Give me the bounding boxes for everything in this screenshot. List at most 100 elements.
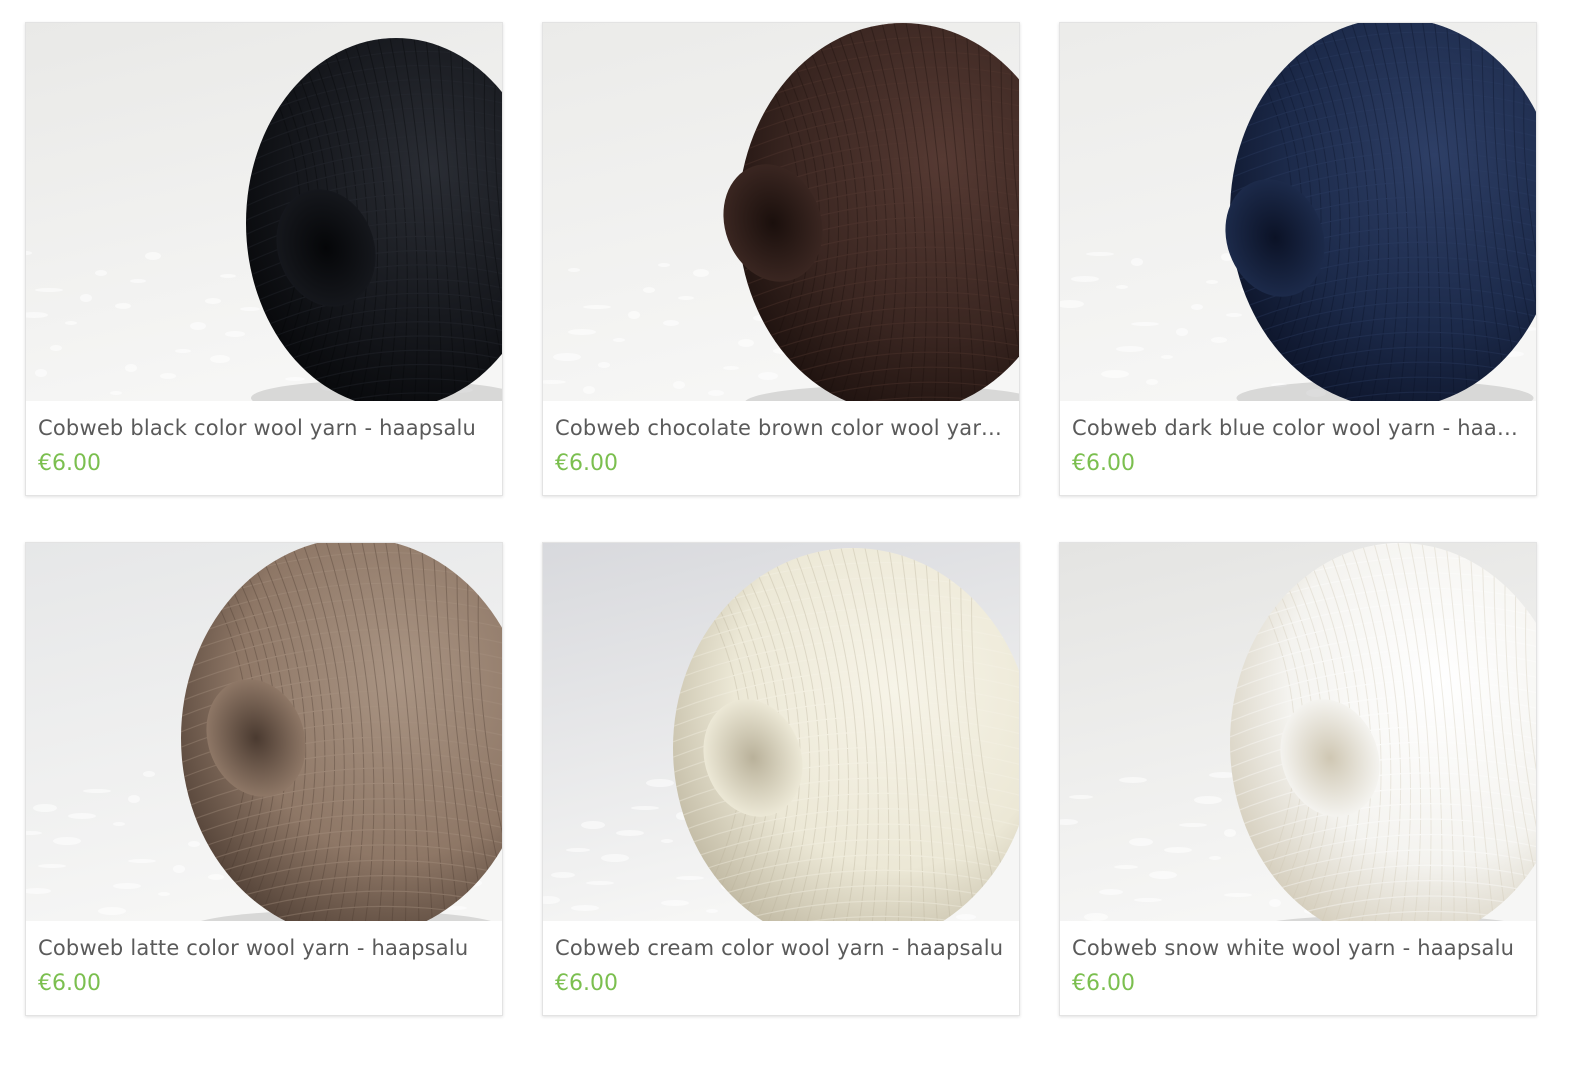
product-info: Cobweb cream color wool yarn - haapsalu … (543, 921, 1019, 997)
product-card[interactable]: Cobweb dark blue color wool yarn - haaps… (1059, 22, 1537, 496)
floor-speck (586, 881, 614, 885)
product-title[interactable]: Cobweb snow white wool yarn - haapsalu (1072, 935, 1524, 961)
floor-speck (553, 353, 581, 361)
floor-speck (616, 830, 644, 836)
floor-speck (628, 311, 640, 319)
product-image[interactable] (1060, 23, 1536, 401)
product-info: Cobweb latte color wool yarn - haapsalu … (26, 921, 502, 997)
product-info: Cobweb chocolate brown color wool yarn -… (543, 401, 1019, 477)
floor-speck (35, 369, 47, 377)
floor-speck (708, 390, 724, 396)
floor-speck (723, 366, 739, 370)
floor-speck (1119, 777, 1147, 783)
yarn-ball-photo (543, 543, 1019, 921)
floor-speck (143, 771, 155, 777)
product-image[interactable] (543, 23, 1019, 401)
floor-speck (1269, 899, 1281, 907)
floor-speck (673, 381, 685, 389)
floor-speck (738, 339, 754, 347)
floor-speck (661, 839, 673, 843)
product-card[interactable]: Cobweb black color wool yarn - haapsalu … (25, 22, 503, 496)
floor-speck (210, 355, 230, 363)
floor-speck (128, 859, 156, 863)
floor-speck (706, 909, 718, 913)
product-title[interactable]: Cobweb black color wool yarn - haapsalu (38, 415, 490, 441)
product-price: €6.00 (555, 451, 618, 476)
floor-speck (551, 872, 575, 878)
product-title[interactable]: Cobweb chocolate brown color wool yarn -… (555, 415, 1007, 441)
floor-speck (1206, 280, 1218, 284)
floor-speck (661, 900, 689, 906)
floor-speck (1129, 838, 1153, 846)
floor-speck (1134, 898, 1162, 902)
floor-speck (663, 320, 679, 326)
product-title[interactable]: Cobweb dark blue color wool yarn - haaps… (1072, 415, 1524, 441)
floor-speck (1146, 379, 1158, 385)
product-card[interactable]: Cobweb snow white wool yarn - haapsalu €… (1059, 542, 1537, 1016)
product-price: €6.00 (38, 971, 101, 996)
floor-speck (1099, 889, 1123, 895)
floor-speck (613, 338, 625, 342)
product-image[interactable] (543, 543, 1019, 921)
floor-speck (113, 883, 141, 889)
product-title[interactable]: Cobweb latte color wool yarn - haapsalu (38, 935, 490, 961)
product-info: Cobweb black color wool yarn - haapsalu … (26, 401, 502, 477)
floor-speck (1149, 871, 1177, 879)
floor-speck (175, 349, 191, 353)
product-card[interactable]: Cobweb chocolate brown color wool yarn -… (542, 22, 1020, 496)
floor-speck (601, 854, 629, 862)
floor-speck (693, 269, 709, 277)
product-image[interactable] (26, 543, 502, 921)
floor-speck (1179, 823, 1207, 827)
floor-speck (1131, 322, 1159, 326)
floor-speck (83, 789, 111, 793)
product-image[interactable] (1060, 543, 1536, 921)
floor-speck (1116, 346, 1144, 352)
floor-speck (658, 263, 670, 267)
product-card[interactable]: Cobweb latte color wool yarn - haapsalu … (25, 542, 503, 1016)
floor-speck (571, 905, 599, 911)
floor-speck (190, 322, 206, 330)
floor-speck (130, 279, 146, 283)
product-price: €6.00 (38, 451, 101, 476)
floor-speck (1071, 276, 1099, 282)
floor-speck (631, 806, 659, 810)
floor-speck (145, 252, 161, 260)
floor-speck (35, 288, 63, 292)
floor-speck (598, 362, 610, 368)
floor-speck (1226, 313, 1242, 317)
floor-speck (113, 822, 125, 826)
product-image[interactable] (26, 23, 502, 401)
floor-speck (68, 813, 96, 819)
floor-speck (110, 391, 122, 395)
yarn-ball-photo (543, 23, 1019, 401)
floor-speck (1224, 893, 1252, 897)
floor-speck (188, 841, 200, 847)
floor-speck (1114, 865, 1138, 869)
floor-speck (568, 268, 580, 272)
floor-speck (240, 307, 260, 311)
product-card[interactable]: Cobweb cream color wool yarn - haapsalu … (542, 542, 1020, 1016)
product-info: Cobweb dark blue color wool yarn - haaps… (1060, 401, 1536, 477)
yarn-ball-photo (26, 543, 502, 921)
floor-speck (115, 303, 131, 309)
floor-speck (50, 345, 62, 351)
floor-speck (643, 287, 655, 293)
product-title[interactable]: Cobweb cream color wool yarn - haapsalu (555, 935, 1007, 961)
floor-speck (225, 331, 245, 337)
floor-speck (1176, 328, 1188, 336)
floor-speck (1131, 258, 1143, 266)
floor-speck (1101, 370, 1129, 378)
product-grid: Cobweb black color wool yarn - haapsalu … (25, 22, 1565, 1016)
floor-speck (1194, 796, 1222, 804)
floor-speck (160, 373, 176, 379)
floor-speck (568, 329, 596, 335)
floor-speck (1069, 795, 1093, 799)
product-info: Cobweb snow white wool yarn - haapsalu €… (1060, 921, 1536, 997)
yarn-ball-photo (1060, 543, 1536, 921)
floor-speck (676, 876, 704, 880)
floor-speck (285, 377, 305, 381)
floor-speck (1086, 252, 1114, 256)
floor-speck (220, 274, 236, 278)
floor-speck (53, 837, 81, 845)
